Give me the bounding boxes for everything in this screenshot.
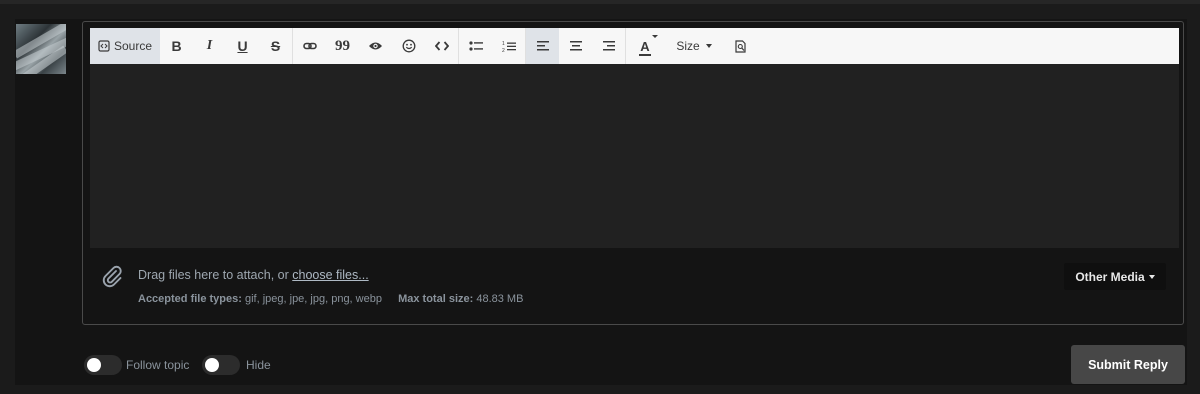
size-label: Size [676, 39, 700, 53]
underline-button[interactable]: U [226, 28, 259, 64]
avatar[interactable] [16, 24, 66, 74]
other-media-label: Other Media [1075, 269, 1145, 284]
align-center-button[interactable] [559, 28, 592, 64]
italic-button[interactable]: I [193, 28, 226, 64]
quote-icon: 99 [335, 37, 350, 54]
eye-icon [368, 41, 383, 51]
submit-reply-button[interactable]: Submit Reply [1071, 345, 1185, 384]
preview-icon [734, 39, 747, 53]
bold-button[interactable]: B [160, 28, 193, 64]
svg-text:1: 1 [502, 41, 505, 47]
follow-topic-label: Follow topic [126, 358, 190, 372]
file-constraints: Accepted file types: gif, jpeg, jpe, jpg… [138, 293, 523, 305]
link-icon [302, 41, 317, 51]
source-icon [98, 40, 110, 52]
editor-content-area[interactable] [90, 64, 1179, 248]
source-button[interactable]: Source [90, 28, 160, 64]
accepted-types-label: Accepted file types: [138, 293, 242, 305]
smiley-icon [402, 39, 416, 53]
svg-text:2: 2 [502, 48, 505, 53]
align-right-button[interactable] [592, 28, 625, 64]
link-button[interactable] [293, 28, 326, 64]
accepted-types-value: gif, jpeg, jpe, jpg, png, webp [244, 293, 382, 305]
preview-button[interactable] [724, 28, 757, 64]
align-center-icon [569, 41, 582, 51]
source-label: Source [113, 39, 153, 53]
numbered-list-button[interactable]: 12 [492, 28, 525, 64]
drop-instructions: Drag files here to attach, or choose fil… [138, 268, 369, 282]
max-size-value: 48.83 MB [476, 293, 524, 305]
attachment-dropzone[interactable]: Drag files here to attach, or choose fil… [90, 248, 1179, 320]
align-right-icon [602, 41, 615, 51]
bullet-list-button[interactable] [459, 28, 492, 64]
numbered-list-icon: 12 [502, 40, 516, 53]
toggle-knob [205, 358, 219, 372]
reply-editor: Source B I U S 99 12 A Size Drag files h… [82, 21, 1184, 325]
quote-button[interactable]: 99 [326, 28, 359, 64]
spoiler-button[interactable] [359, 28, 392, 64]
bullet-list-icon [468, 40, 483, 52]
max-size-label: Max total size: [398, 293, 474, 305]
code-button[interactable] [425, 28, 458, 64]
follow-topic-toggle[interactable] [84, 355, 122, 375]
code-icon [434, 41, 449, 51]
align-left-icon [536, 41, 549, 51]
emoji-button[interactable] [392, 28, 425, 64]
editor-toolbar: Source B I U S 99 12 A Size [90, 28, 1179, 64]
choose-files-link[interactable]: choose files... [292, 268, 368, 282]
font-color-icon: A [639, 35, 658, 56]
hide-toggle[interactable] [202, 355, 240, 375]
strikethrough-button[interactable]: S [259, 28, 292, 64]
toggle-knob [87, 358, 101, 372]
align-left-button[interactable] [526, 28, 559, 64]
paperclip-icon [100, 264, 124, 288]
hide-label: Hide [246, 358, 271, 372]
italic-icon: I [206, 38, 213, 53]
size-button[interactable]: Size [664, 28, 724, 64]
caret-down-icon [1148, 274, 1155, 279]
bold-icon: B [171, 38, 182, 54]
underline-icon: U [237, 38, 248, 54]
other-media-button[interactable]: Other Media [1064, 263, 1166, 290]
chevron-down-icon [705, 44, 712, 48]
top-border [0, 0, 1200, 4]
font-color-button[interactable]: A [626, 28, 664, 64]
strikethrough-icon: S [270, 38, 281, 54]
